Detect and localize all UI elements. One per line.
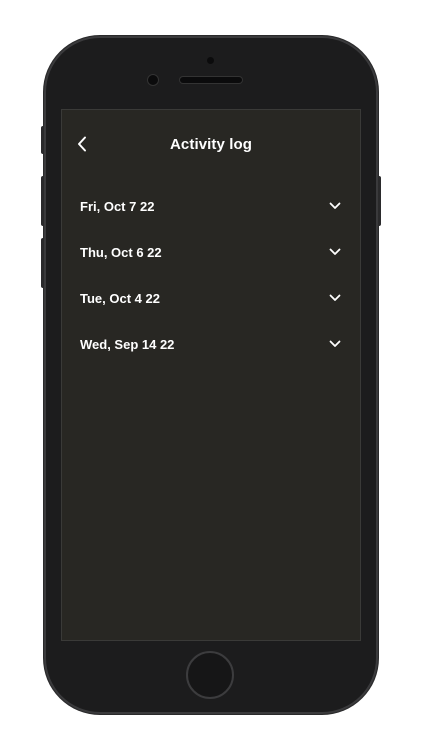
proximity-sensor [207,57,214,64]
log-entry-date: Thu, Oct 6 22 [80,244,162,260]
home-button [186,651,234,699]
navigation-bar: Activity log [61,109,361,181]
log-entry-0[interactable]: Fri, Oct 7 22 [61,183,361,229]
chevron-down-icon[interactable] [328,199,342,213]
app-screen: Activity log Fri, Oct 7 22 Thu, Oct 6 22… [61,109,361,641]
log-entry-date: Wed, Sep 14 22 [80,336,175,352]
front-camera [148,75,158,85]
log-entry-2[interactable]: Tue, Oct 4 22 [61,275,361,321]
earpiece-speaker [180,77,242,83]
activity-log-list: Fri, Oct 7 22 Thu, Oct 6 22 Tue, Oct 4 2… [61,183,361,367]
log-entry-1[interactable]: Thu, Oct 6 22 [61,229,361,275]
chevron-down-icon[interactable] [328,245,342,259]
device-mockup: Activity log Fri, Oct 7 22 Thu, Oct 6 22… [0,0,422,750]
log-entry-3[interactable]: Wed, Sep 14 22 [61,321,361,367]
chevron-down-icon[interactable] [328,337,342,351]
log-entry-date: Tue, Oct 4 22 [80,290,160,306]
chevron-down-icon[interactable] [328,291,342,305]
log-entry-date: Fri, Oct 7 22 [80,198,155,214]
page-title: Activity log [169,136,253,153]
